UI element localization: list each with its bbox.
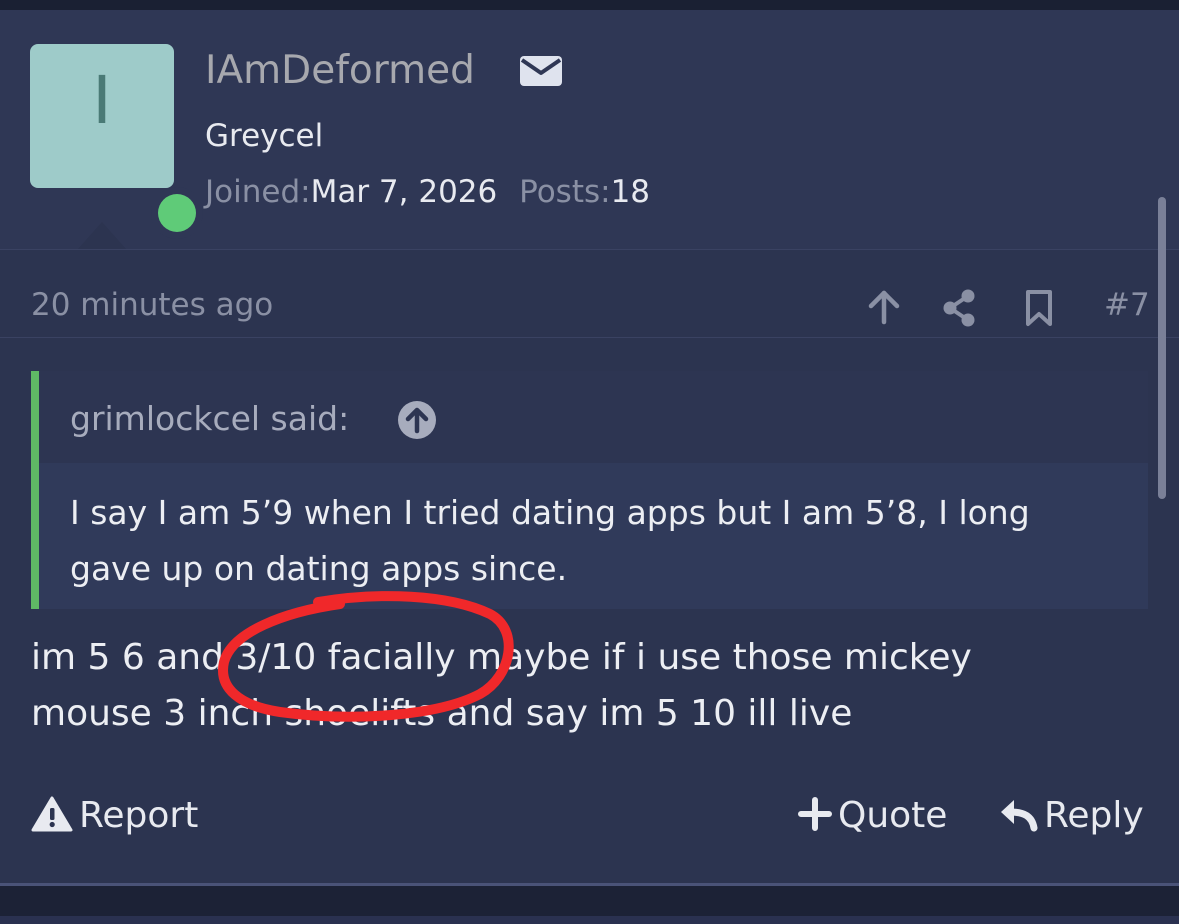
user-rank-title: Greycel	[205, 118, 324, 154]
quote-text: I say I am 5’9 when I tried dating apps …	[70, 485, 1130, 597]
reply-button[interactable]: Reply	[998, 794, 1144, 838]
post-actions: Report Quote Reply	[0, 788, 1179, 844]
share-icon[interactable]	[941, 289, 977, 327]
envelope-icon[interactable]	[519, 55, 563, 87]
quote-label: Quote	[838, 795, 948, 836]
posts-count: 18	[610, 174, 651, 210]
plus-icon	[798, 797, 832, 831]
scrollbar-thumb[interactable]	[1158, 197, 1166, 499]
user-info-block: I IAmDeformed Greycel Joined:Mar 7, 2026…	[0, 10, 1179, 250]
go-to-quote-icon[interactable]	[397, 400, 437, 440]
online-status-indicator	[151, 187, 203, 239]
quote-block: grimlockcel said: I say I am 5’9 when I …	[31, 371, 1148, 609]
next-post-gap	[0, 886, 1179, 924]
message-line: im 5 6 and 3/10 facially maybe if i use …	[31, 637, 972, 678]
post-message: im 5 6 and 3/10 facially maybe if i use …	[31, 630, 1151, 742]
post-number-link[interactable]: #7	[1104, 285, 1150, 325]
bookmark-icon[interactable]	[1024, 289, 1054, 327]
top-divider	[0, 0, 1179, 10]
avatar-letter: I	[92, 62, 112, 139]
arrow-up-icon[interactable]	[866, 289, 902, 325]
quote-button[interactable]: Quote	[798, 794, 947, 838]
quote-line: I say I am 5’9 when I tried dating apps …	[70, 493, 1030, 532]
message-line: mouse 3 inch shoelifts and say im 5 10 i…	[31, 693, 853, 734]
quote-author-link[interactable]: grimlockcel said:	[70, 399, 349, 439]
forum-post: I IAmDeformed Greycel Joined:Mar 7, 2026…	[0, 10, 1179, 885]
user-stats: Joined:Mar 7, 2026 Posts:18	[205, 173, 650, 211]
reply-label: Reply	[1044, 795, 1144, 836]
avatar[interactable]: I	[30, 44, 203, 239]
forum-page: I IAmDeformed Greycel Joined:Mar 7, 2026…	[0, 0, 1179, 924]
joined-label: Joined:	[205, 174, 311, 210]
report-label: Report	[79, 795, 199, 836]
post-meta-row: 20 minutes ago #7	[0, 275, 1179, 338]
red-circle-annotation	[218, 591, 514, 722]
report-button[interactable]: Report	[31, 794, 198, 838]
posts-label: Posts:	[519, 174, 611, 210]
warning-icon	[31, 796, 73, 832]
quote-header: grimlockcel said:	[39, 371, 1148, 463]
joined-date: Mar 7, 2026	[310, 174, 498, 210]
post-timestamp[interactable]: 20 minutes ago	[31, 285, 273, 325]
reply-arrow-icon	[1001, 800, 1038, 832]
username-link[interactable]: IAmDeformed	[205, 48, 475, 94]
user-block-pointer	[78, 222, 126, 249]
